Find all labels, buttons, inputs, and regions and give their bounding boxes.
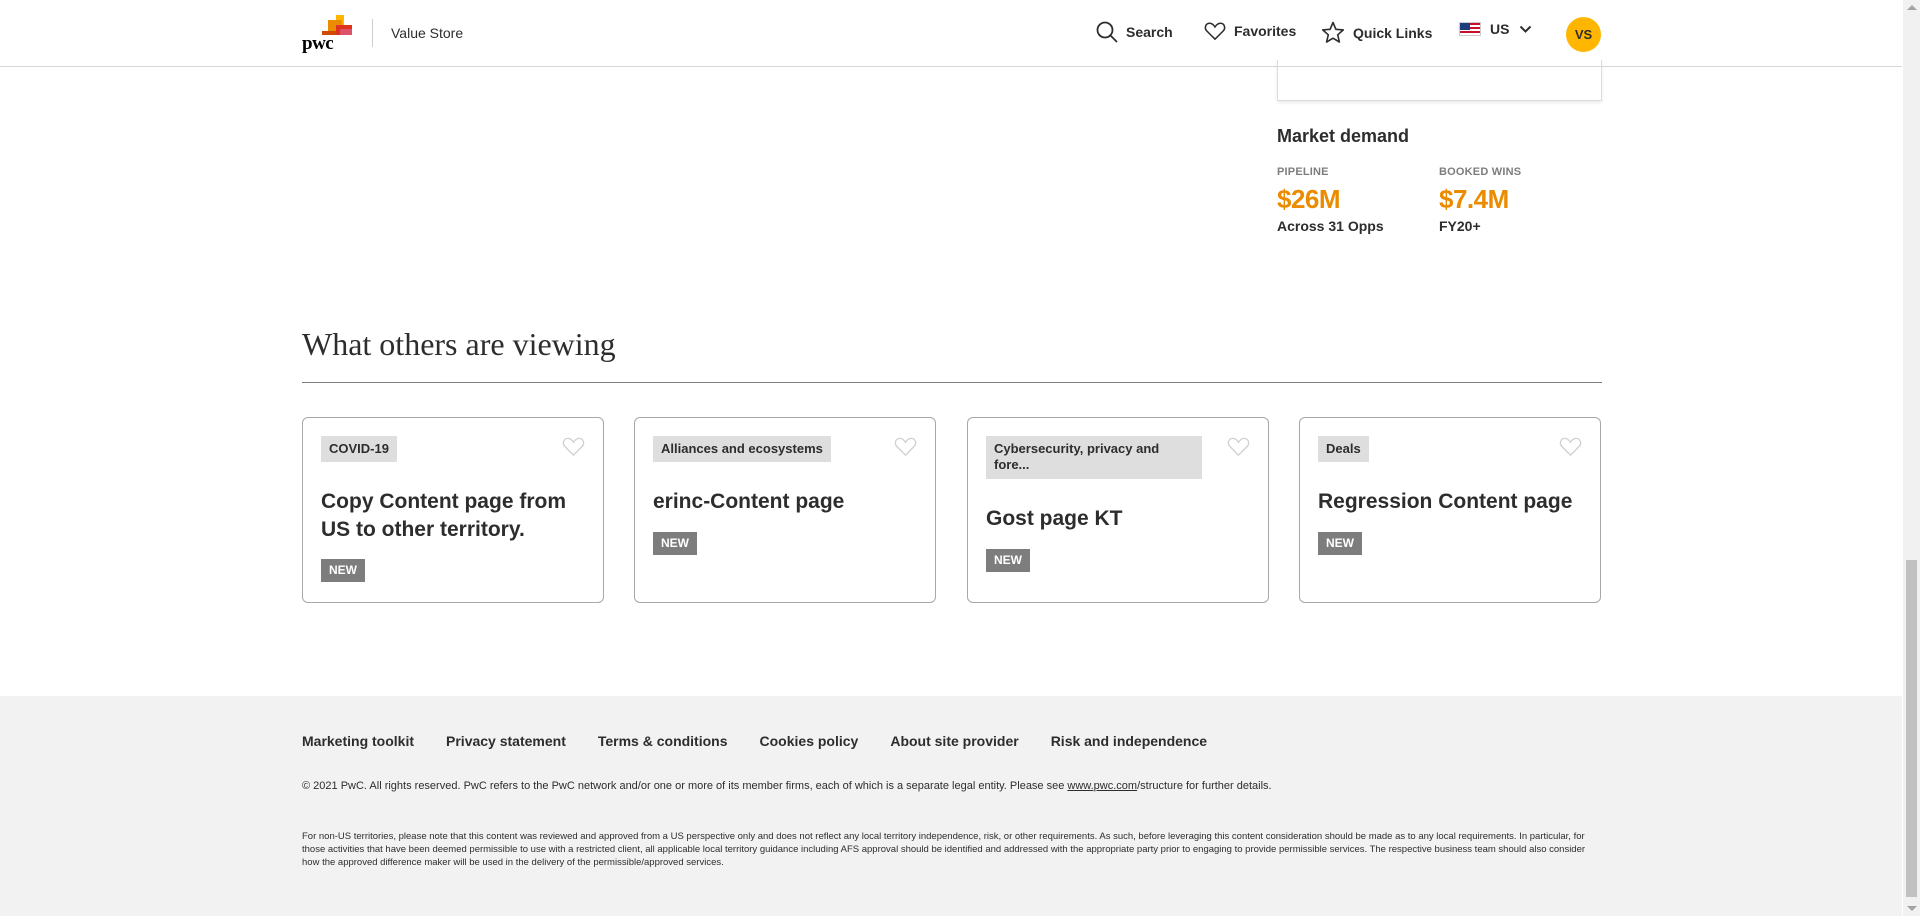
quick-links-label: Quick Links xyxy=(1353,24,1433,41)
disclaimer-text: For non-US territories, please note that… xyxy=(302,831,1586,868)
pwc-website-link[interactable]: www.pwc.com xyxy=(1067,780,1137,792)
content-card[interactable]: Deals Regression Content page NEW xyxy=(1299,417,1601,603)
pipeline-label: PIPELINE xyxy=(1277,166,1329,178)
heart-icon[interactable] xyxy=(894,436,917,457)
card-title[interactable]: Gost page KT xyxy=(986,505,1256,533)
pipeline-sub: Across 31 Opps xyxy=(1277,218,1384,234)
scroll-down-arrow-icon[interactable] xyxy=(1907,906,1917,911)
footer-link-risk-independence[interactable]: Risk and independence xyxy=(1051,733,1207,749)
locale-selector[interactable]: US xyxy=(1459,21,1540,37)
copyright-after: /structure for further details. xyxy=(1137,780,1272,792)
heart-icon[interactable] xyxy=(1559,436,1582,457)
search-button[interactable]: Search xyxy=(1096,21,1173,43)
favorites-button[interactable]: Favorites xyxy=(1204,21,1296,41)
card-tag[interactable]: COVID-19 xyxy=(321,436,397,463)
search-icon xyxy=(1096,21,1118,43)
favorites-label: Favorites xyxy=(1234,23,1297,39)
footer-link-cookies-policy[interactable]: Cookies policy xyxy=(760,733,859,749)
footer-link-about-site-provider[interactable]: About site provider xyxy=(890,733,1018,749)
booked-wins-label: BOOKED WINS xyxy=(1439,166,1522,178)
card-tag[interactable]: Cybersecurity, privacy and fore... xyxy=(986,436,1202,479)
market-demand-title: Market demand xyxy=(1277,126,1410,146)
content-card[interactable]: Alliances and ecosystems erinc-Content p… xyxy=(634,417,936,603)
card-title[interactable]: Regression Content page xyxy=(1318,488,1588,516)
copyright-before: © 2021 PwC. All rights reserved. PwC ref… xyxy=(302,780,1068,792)
copyright-text: © 2021 PwC. All rights reserved. PwC ref… xyxy=(302,780,1272,792)
pipeline-value: $26M xyxy=(1277,184,1341,214)
heart-icon[interactable] xyxy=(562,436,585,457)
new-badge: NEW xyxy=(1318,532,1362,555)
scroll-up-arrow-icon[interactable] xyxy=(1907,5,1917,10)
scrollbar-thumb[interactable] xyxy=(1906,560,1917,897)
footer-link-marketing-toolkit[interactable]: Marketing toolkit xyxy=(302,733,414,749)
top-header: pwc Value Store Search Favorites Quick L… xyxy=(0,0,1902,67)
side-panel-box xyxy=(1277,60,1602,101)
header-divider xyxy=(372,19,373,47)
pipeline-stat: PIPELINE $26M Across 31 Opps xyxy=(1277,166,1384,234)
footer-link-terms[interactable]: Terms & conditions xyxy=(598,733,728,749)
new-badge: NEW xyxy=(986,549,1030,572)
section-title: What others are viewing xyxy=(302,326,616,362)
star-icon xyxy=(1321,21,1345,43)
heart-icon xyxy=(1204,22,1226,41)
search-label: Search xyxy=(1126,24,1173,40)
page-footer: Marketing toolkit Privacy statement Term… xyxy=(0,696,1902,916)
card-title[interactable]: Copy Content page from US to other terri… xyxy=(321,488,591,544)
vertical-scrollbar[interactable] xyxy=(1903,0,1920,916)
locale-label: US xyxy=(1490,21,1510,37)
footer-link-privacy-statement[interactable]: Privacy statement xyxy=(446,733,566,749)
chevron-down-icon xyxy=(1520,25,1532,33)
new-badge: NEW xyxy=(321,559,365,582)
quick-links-button[interactable]: Quick Links xyxy=(1321,21,1432,44)
logo-text: pwc xyxy=(302,33,334,54)
us-flag-icon xyxy=(1459,22,1481,36)
content-card[interactable]: COVID-19 Copy Content page from US to ot… xyxy=(302,417,604,603)
card-tag[interactable]: Deals xyxy=(1318,436,1369,463)
heart-icon[interactable] xyxy=(1227,436,1250,457)
section-divider xyxy=(302,382,1602,383)
card-tag[interactable]: Alliances and ecosystems xyxy=(653,436,831,463)
content-card[interactable]: Cybersecurity, privacy and fore... Gost … xyxy=(967,417,1269,603)
avatar[interactable]: VS xyxy=(1566,17,1601,52)
booked-wins-value: $7.4M xyxy=(1439,184,1509,214)
footer-links: Marketing toolkit Privacy statement Term… xyxy=(302,733,1239,749)
booked-wins-stat: BOOKED WINS $7.4M FY20+ xyxy=(1439,166,1521,234)
site-title[interactable]: Value Store xyxy=(391,25,463,41)
new-badge: NEW xyxy=(653,532,697,555)
booked-wins-sub: FY20+ xyxy=(1439,218,1481,234)
card-title[interactable]: erinc-Content page xyxy=(653,488,923,516)
